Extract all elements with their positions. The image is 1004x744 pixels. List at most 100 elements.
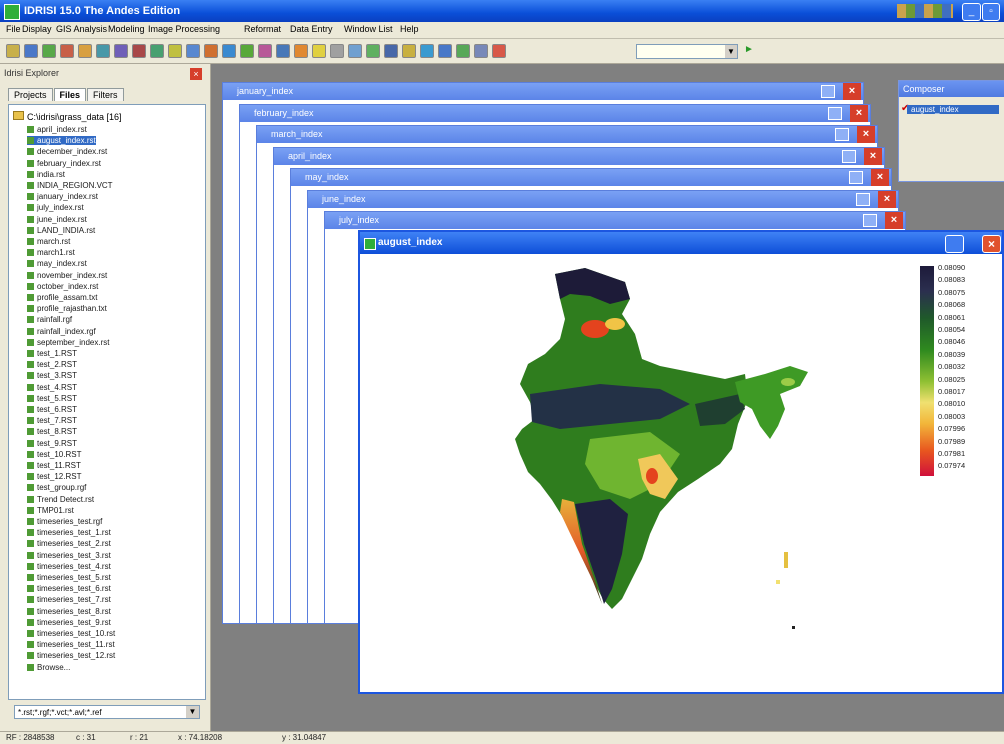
file-list-item[interactable]: INDIA_REGION.VCT [27, 181, 113, 190]
file-list-item[interactable]: april_index.rst [27, 125, 87, 134]
file-list-item[interactable]: january_index.rst [27, 192, 98, 201]
menu-image-processing[interactable]: Image Processing [148, 24, 220, 34]
layer-icon[interactable] [60, 44, 74, 58]
file-list-item[interactable]: LAND_INDIA.rst [27, 226, 95, 235]
cursor-icon[interactable] [330, 44, 344, 58]
file-list-item[interactable]: TMP01.rst [27, 506, 74, 515]
mountain-icon[interactable] [366, 44, 380, 58]
main-map-window[interactable]: august_index × 0.08090 0.08083 0.08075 0… [358, 230, 1004, 694]
file-list-item[interactable]: july_index.rst [27, 203, 84, 212]
file-list-item[interactable]: india.rst [27, 170, 65, 179]
minimize-button[interactable] [821, 85, 835, 98]
file-list-item[interactable]: march.rst [27, 237, 70, 246]
file-list-item[interactable]: test_11.RST [27, 461, 81, 470]
file-list-item[interactable]: test_group.rgf [27, 483, 86, 492]
file-list-item[interactable]: test_3.RST [27, 371, 77, 380]
file-list-item[interactable]: march1.rst [27, 248, 75, 257]
menu-file[interactable]: File [6, 24, 21, 34]
file-list-item[interactable]: february_index.rst [27, 159, 101, 168]
file-list-item[interactable]: timeseries_test_7.rst [27, 595, 111, 604]
menu-data-entry[interactable]: Data Entry [290, 24, 333, 34]
chart-icon[interactable] [384, 44, 398, 58]
minimize-button[interactable] [863, 214, 877, 227]
close-button[interactable]: × [871, 169, 889, 186]
folder-row[interactable]: C:\idrisi\grass_data [16] [13, 111, 122, 122]
file-list-item[interactable]: test_4.RST [27, 383, 77, 392]
table-icon[interactable] [438, 44, 452, 58]
file-list-item[interactable]: timeseries_test_3.rst [27, 551, 111, 560]
export-icon[interactable] [474, 44, 488, 58]
menu-help[interactable]: Help [400, 24, 419, 34]
query-icon[interactable] [78, 44, 92, 58]
map-window-title[interactable]: june_index [308, 190, 898, 208]
tab-files[interactable]: Files [53, 88, 87, 101]
menu-reformat[interactable]: Reformat [244, 24, 281, 34]
file-list-item[interactable]: timeseries_test_4.rst [27, 562, 111, 571]
save-icon[interactable] [150, 44, 164, 58]
display-icon[interactable] [24, 44, 38, 58]
file-list-item[interactable]: test_8.RST [27, 427, 77, 436]
file-list-item[interactable]: timeseries_test_5.rst [27, 573, 111, 582]
calculator-icon[interactable] [186, 44, 200, 58]
minimize-button[interactable]: _ [962, 3, 981, 21]
file-list-item[interactable]: profile_assam.txt [27, 293, 97, 302]
run-arrow-icon[interactable]: ► [744, 44, 756, 56]
digitize-icon[interactable] [132, 44, 146, 58]
file-list-item[interactable]: test_12.RST [27, 472, 81, 481]
measure-icon[interactable] [402, 44, 416, 58]
map-window-title[interactable]: march_index [257, 126, 877, 143]
minimize-button[interactable] [856, 192, 870, 206]
file-list-item[interactable]: timeseries_test_12.rst [27, 651, 115, 660]
file-list-item[interactable]: profile_rajasthan.txt [27, 304, 107, 313]
minimize-button[interactable] [835, 128, 849, 141]
close-button[interactable]: × [850, 104, 868, 122]
star-icon[interactable] [312, 44, 326, 58]
link-icon[interactable] [348, 44, 362, 58]
file-list-item[interactable]: october_index.rst [27, 282, 98, 291]
menu-gis-analysis[interactable]: GIS Analysis [56, 24, 107, 34]
chevron-down-icon[interactable]: ▼ [186, 706, 199, 718]
database-icon[interactable] [456, 44, 470, 58]
close-button[interactable]: × [885, 212, 903, 229]
distance-icon[interactable] [240, 44, 254, 58]
file-list-item[interactable]: test_6.RST [27, 405, 77, 414]
file-list-item[interactable]: november_index.rst [27, 271, 107, 280]
filter-icon[interactable] [294, 44, 308, 58]
india-index-map[interactable] [360, 254, 998, 688]
file-list-item[interactable]: timeseries_test_10.rst [27, 629, 115, 638]
reclass-icon[interactable] [222, 44, 236, 58]
file-list-item[interactable]: timeseries_test_9.rst [27, 618, 111, 627]
file-list-item[interactable]: test_5.RST [27, 394, 77, 403]
overlay-icon[interactable] [204, 44, 218, 58]
file-list-item[interactable]: timeseries_test_11.rst [27, 640, 115, 649]
main-window-titlebar[interactable]: august_index [360, 232, 1002, 254]
composer-layer-item[interactable]: august_index [907, 105, 999, 114]
map-window-title[interactable]: january_index [223, 83, 863, 100]
file-list-item[interactable]: timeseries_test_8.rst [27, 607, 111, 616]
file-list-item[interactable]: test_7.RST [27, 416, 77, 425]
map-window-title[interactable]: april_index [274, 147, 884, 165]
chevron-down-icon[interactable]: ▼ [725, 45, 737, 58]
file-list-item[interactable]: test_10.RST [27, 450, 81, 459]
toolbar-shortcut-combo[interactable]: ▼ [636, 44, 738, 59]
file-list-item[interactable]: september_index.rst [27, 338, 109, 347]
map-window-title[interactable]: july_index [325, 212, 905, 229]
grid-icon[interactable] [420, 44, 434, 58]
maximize-button[interactable]: ▫ [982, 3, 1000, 21]
tab-projects[interactable]: Projects [8, 88, 53, 101]
minimize-button[interactable] [849, 171, 863, 184]
print-icon[interactable] [168, 44, 182, 58]
file-list-item[interactable]: december_index.rst [27, 147, 107, 156]
file-list-item[interactable]: test_2.RST [27, 360, 77, 369]
file-list-item[interactable]: test_1.RST [27, 349, 77, 358]
map-window-title[interactable]: may_index [291, 169, 891, 186]
shortcut-icon[interactable] [492, 44, 506, 58]
minimize-button[interactable] [828, 106, 842, 120]
tab-filters[interactable]: Filters [87, 88, 124, 101]
minimize-button[interactable] [945, 235, 964, 253]
file-list-item[interactable]: rainfall_index.rgf [27, 327, 96, 336]
close-icon[interactable]: × [190, 68, 202, 80]
file-list-item[interactable]: Browse... [27, 663, 70, 672]
close-button[interactable]: × [843, 83, 861, 100]
file-list-item[interactable]: timeseries_test_6.rst [27, 584, 111, 593]
